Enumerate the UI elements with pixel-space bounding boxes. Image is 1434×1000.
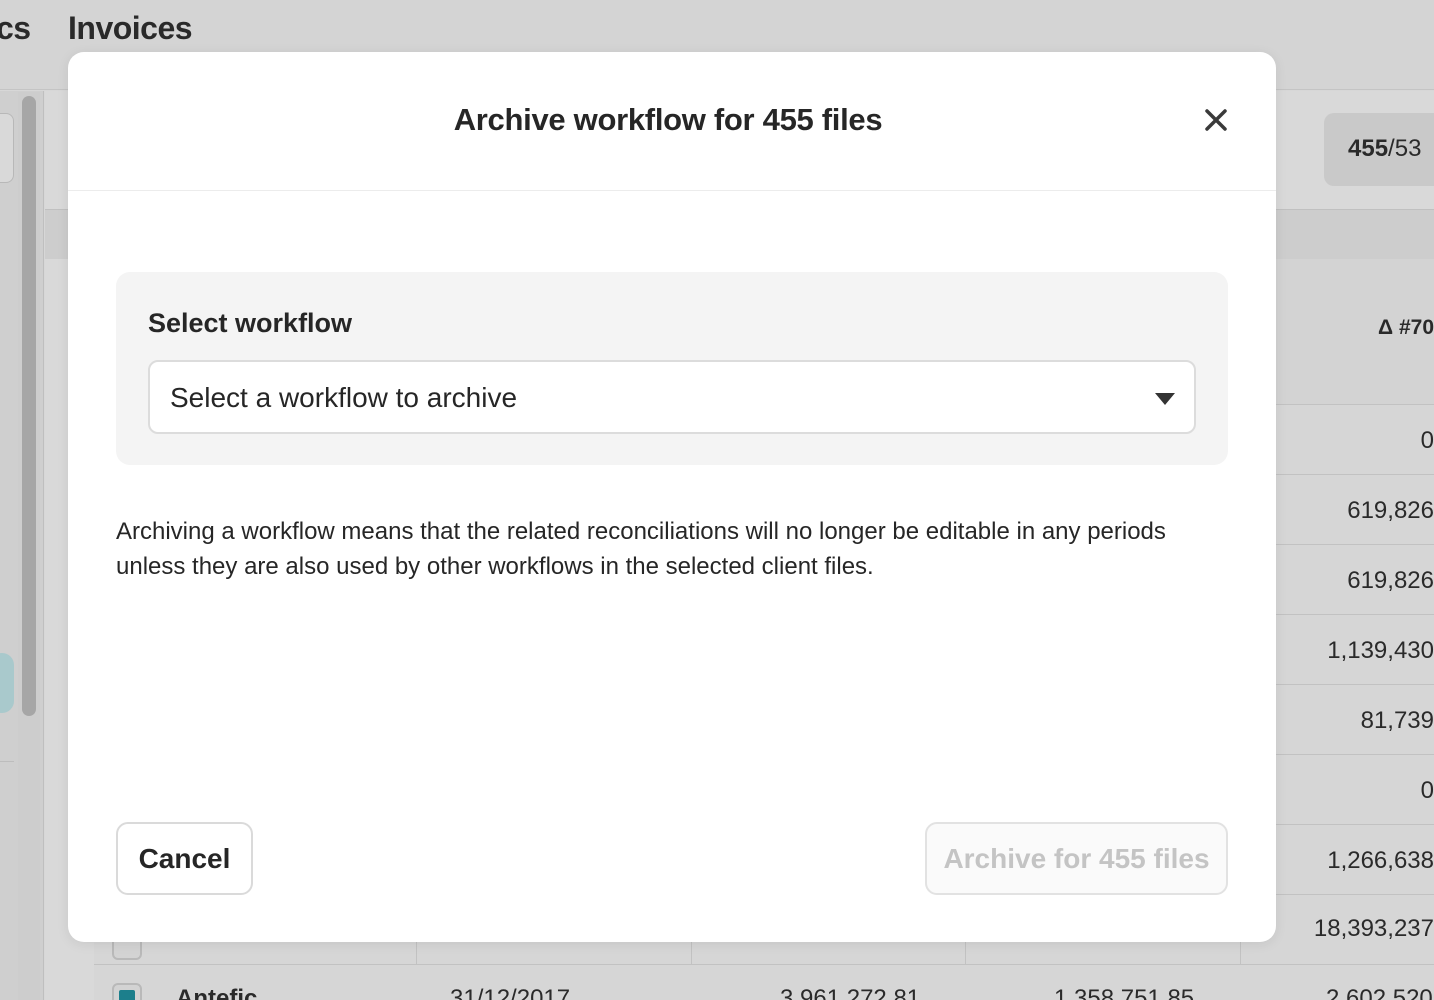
left-panel-card	[0, 113, 14, 183]
row-delta-value: 1,266,638	[1327, 847, 1434, 874]
row-value-1: 3,961,272.81	[780, 985, 921, 1000]
close-button[interactable]	[1196, 100, 1236, 140]
row-delta-value: 619,826	[1347, 567, 1434, 594]
scrollbar-thumb	[22, 96, 36, 716]
selection-count-badge: 455/53	[1324, 113, 1434, 186]
row-date: 31/12/2017	[450, 985, 571, 1000]
row-delta-value: 81,739	[1360, 707, 1434, 734]
close-icon	[1205, 109, 1227, 131]
left-panel-divider	[0, 761, 14, 762]
workflow-select-placeholder: Select a workflow to archive	[170, 382, 518, 413]
archive-workflow-dialog: Archive workflow for 455 files Select wo…	[68, 52, 1276, 942]
archive-description: Archiving a workflow means that the rela…	[116, 518, 1166, 580]
archive-button[interactable]: Archive for 455 files	[925, 822, 1228, 895]
selection-count: 455	[1348, 135, 1389, 162]
nav-tab-previous: cs	[0, 10, 31, 46]
row-delta-value: 1,139,430	[1327, 637, 1434, 664]
dialog-header: Archive workflow for 455 files	[68, 52, 1276, 191]
cancel-button[interactable]: Cancel	[116, 822, 253, 895]
workflow-select-panel: Select workflow Select a workflow to arc…	[116, 272, 1228, 465]
row-client-name: Antefic	[176, 985, 258, 1000]
selection-total: /53	[1388, 135, 1422, 162]
select-workflow-label: Select workflow	[148, 308, 353, 338]
dialog-title: Archive workflow for 455 files	[453, 102, 883, 137]
left-panel-active-pill	[0, 653, 14, 713]
workflow-select-dropdown[interactable]: Select a workflow to archive	[148, 360, 1196, 434]
row-value-3: 2,602,520	[1326, 985, 1433, 1000]
row-delta-value: 18,393,237	[1313, 915, 1434, 942]
row-delta-value: 0	[1420, 427, 1434, 454]
row-checkbox[interactable]	[112, 983, 142, 1000]
row-delta-value: 619,826	[1347, 497, 1434, 524]
table-row: Antefic 31/12/2017 3,961,272.81 1,358,75…	[94, 964, 1434, 1000]
row-delta-value: 0	[1420, 777, 1434, 804]
chevron-down-icon	[1155, 393, 1175, 405]
nav-tab-invoices: Invoices	[68, 10, 193, 46]
row-value-2: 1,358,751.85	[1054, 985, 1195, 1000]
delta-column-header: Δ #70	[1378, 316, 1434, 339]
